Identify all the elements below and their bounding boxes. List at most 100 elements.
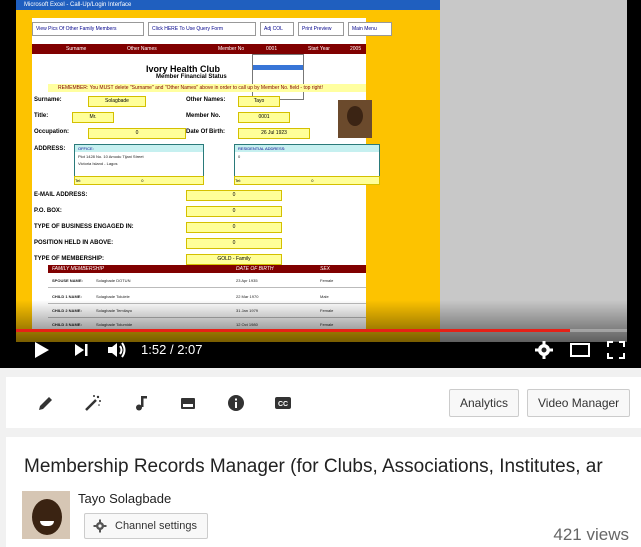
- next-button[interactable]: [73, 338, 91, 362]
- time-display: 1:52 / 2:07: [141, 342, 203, 357]
- time-current: 1:52: [141, 342, 167, 357]
- excel-grey-area: [440, 0, 627, 342]
- family-col-sex: SEX: [320, 266, 331, 272]
- title-value: Mr.: [72, 112, 114, 123]
- progress-played: [16, 329, 570, 332]
- progress-bar[interactable]: [16, 329, 627, 332]
- business-label: TYPE OF BUSINESS ENGAGED IN:: [34, 224, 134, 230]
- office-line2: Victoria Island - Lagos: [78, 161, 118, 166]
- fullscreen-button[interactable]: [606, 338, 626, 362]
- surname-value: Solagbade: [88, 96, 146, 107]
- excel-button: Adj COL: [260, 22, 294, 36]
- start-year-header: Start Year: [308, 46, 330, 52]
- member-no-dropdown-list: [252, 54, 304, 100]
- channel-name[interactable]: Tayo Solagbade: [78, 491, 171, 506]
- email-label: E-MAIL ADDRESS:: [34, 192, 88, 198]
- play-icon: [35, 342, 49, 358]
- member-no-header-value: 0001: [266, 46, 278, 52]
- residential-tel: Tel: 0: [234, 176, 380, 185]
- excel-button-row: View Pics Of Other Family Members Click …: [32, 22, 392, 36]
- residential-tel-value: 0: [311, 178, 314, 183]
- member-photo: [338, 100, 372, 138]
- channel-settings-label: Channel settings: [115, 520, 197, 532]
- magic-wand-button[interactable]: [83, 393, 103, 413]
- dob-value: 26 Jul 1923: [238, 128, 310, 139]
- time-total: 2:07: [177, 342, 203, 357]
- pencil-icon: [39, 397, 52, 410]
- family-sex: Female: [320, 278, 334, 283]
- residential-label: RESIDENTIAL ADDRESS:: [235, 145, 379, 152]
- position-label: POSITION HELD IN ABOVE:: [34, 240, 114, 246]
- play-button[interactable]: [33, 338, 51, 362]
- excel-header-row: Surname Other Names Member No 0001 Start…: [32, 44, 366, 54]
- annotations-button[interactable]: [178, 393, 198, 413]
- family-col-member: FAMILY MEMBERSHIP: [52, 266, 105, 272]
- video-info: Membership Records Manager (for Clubs, A…: [6, 437, 641, 547]
- title-label: Title:: [34, 113, 49, 119]
- info-icon: [228, 395, 244, 411]
- remember-note: REMEMBER: You MUST delete "Surname" and …: [48, 84, 366, 92]
- occupation-label: Occupation:: [34, 129, 70, 135]
- theater-mode-button[interactable]: [569, 338, 591, 362]
- office-tel-label: Tel:: [75, 178, 82, 183]
- member-no-label: Member No.: [186, 113, 221, 119]
- other-names-label: Other Names:: [186, 97, 226, 103]
- video-frame[interactable]: Microsoft Excel - Call-Up/Login Interfac…: [16, 0, 627, 342]
- club-subtitle: Member Financial Status: [156, 74, 227, 80]
- address-label: ADDRESS:: [34, 146, 66, 152]
- position-value: 0: [186, 238, 282, 249]
- excel-button: Click HERE To Use Query Form: [148, 22, 256, 36]
- family-name: Solagbade DOTUN: [96, 278, 131, 283]
- avatar[interactable]: [22, 491, 70, 539]
- family-role: SPOUSE NAME:: [52, 278, 83, 283]
- magic-wand-icon: [85, 395, 101, 411]
- member-no-header: Member No: [218, 46, 245, 52]
- family-header: FAMILY MEMBERSHIP DATE OF BIRTH SEX: [48, 265, 366, 273]
- club-name: Ivory Health Club: [146, 64, 221, 74]
- video-title: Membership Records Manager (for Clubs, A…: [24, 456, 603, 477]
- family-row: SPOUSE NAME: Solagbade DOTUN 23 Apr 1935…: [48, 275, 366, 288]
- email-value: 0: [186, 190, 282, 201]
- fullscreen-icon: [607, 341, 625, 359]
- video-player[interactable]: Microsoft Excel - Call-Up/Login Interfac…: [0, 0, 641, 368]
- volume-button[interactable]: [106, 338, 130, 362]
- excel-window-title: Microsoft Excel - Call-Up/Login Interfac…: [16, 0, 440, 10]
- member-no-value: 0001: [238, 112, 290, 123]
- surname-label: Surname:: [34, 97, 62, 103]
- audio-button[interactable]: [131, 393, 151, 413]
- excel-button: View Pics Of Other Family Members: [32, 22, 144, 36]
- volume-icon: [108, 342, 126, 358]
- other-names-value: Tayo: [238, 96, 280, 107]
- channel-settings-button[interactable]: Channel settings: [84, 513, 208, 539]
- excel-button: Print Preview: [298, 22, 344, 36]
- family-col-dob: DATE OF BIRTH: [236, 266, 274, 272]
- info-button[interactable]: [226, 393, 246, 413]
- card-icon: [181, 398, 195, 409]
- music-note-icon: [136, 396, 147, 411]
- view-count: 421 views: [553, 525, 629, 544]
- office-tel: Tel: 0: [74, 176, 204, 185]
- business-value: 0: [186, 222, 282, 233]
- video-manager-button[interactable]: Video Manager: [527, 389, 631, 417]
- dob-label: Date Of Birth:: [186, 129, 225, 135]
- captions-button[interactable]: CC: [273, 393, 293, 413]
- svg-text:CC: CC: [278, 401, 288, 408]
- gear-icon: [535, 341, 553, 359]
- time-separator: /: [169, 342, 174, 357]
- gear-icon: [93, 519, 107, 533]
- office-line1: Plot 1428 No. 10 Amodu Tijani Street: [78, 154, 144, 159]
- theater-mode-icon: [570, 343, 590, 357]
- office-label: OFFICE:: [75, 145, 203, 152]
- occupation-value: 0: [88, 128, 186, 139]
- enhancements-button[interactable]: [36, 393, 56, 413]
- settings-button[interactable]: [534, 338, 554, 362]
- family-dob: 23 Apr 1935: [236, 278, 258, 283]
- residential-value: 0: [238, 154, 241, 159]
- pobox-label: P.O. BOX:: [34, 208, 62, 214]
- start-year-value: 2005: [350, 46, 362, 52]
- residential-tel-label: Tel:: [235, 178, 242, 183]
- analytics-button[interactable]: Analytics: [449, 389, 520, 417]
- creator-toolbar: CC Analytics Video Manager: [6, 377, 641, 428]
- captions-icon: CC: [275, 397, 291, 409]
- office-tel-value: 0: [141, 178, 144, 183]
